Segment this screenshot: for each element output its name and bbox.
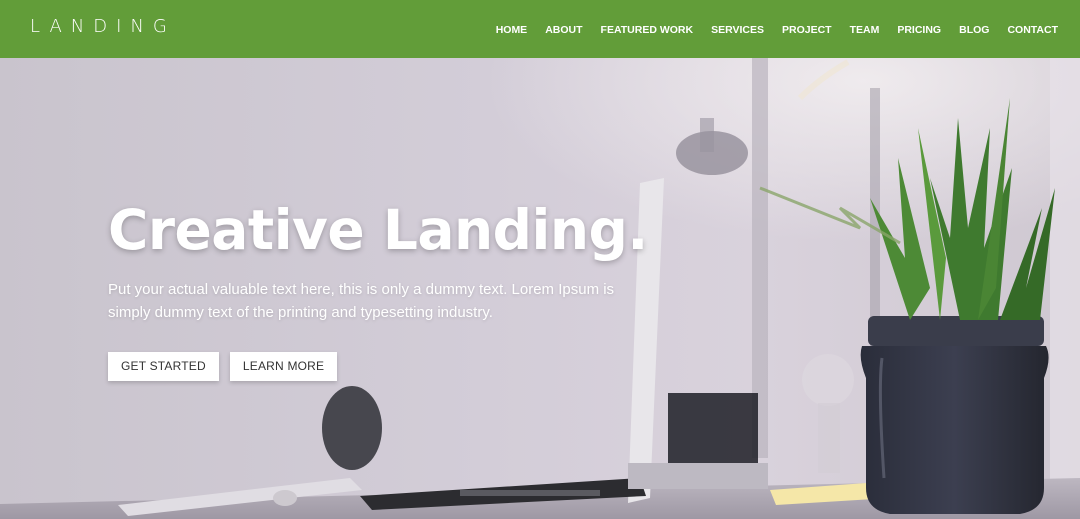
hero-title: Creative Landing. (108, 198, 648, 262)
learn-more-button[interactable]: LEARN MORE (229, 352, 338, 381)
nav-item-home[interactable]: HOME (496, 23, 528, 37)
nav-item-project[interactable]: PROJECT (782, 23, 832, 37)
hero-content: Creative Landing. Put your actual valuab… (108, 198, 648, 381)
nav-item-services[interactable]: SERVICES (711, 23, 764, 37)
nav-item-about[interactable]: ABOUT (545, 23, 582, 37)
brand-logo[interactable]: LANDING (30, 18, 176, 36)
nav-item-pricing[interactable]: PRICING (897, 23, 941, 37)
hero-section: Creative Landing. Put your actual valuab… (0, 58, 1080, 519)
nav-item-featured-work[interactable]: FEATURED WORK (601, 23, 694, 37)
hero-buttons: GET STARTED LEARN MORE (108, 352, 648, 381)
nav-item-blog[interactable]: BLOG (959, 23, 989, 37)
nav-item-contact[interactable]: CONTACT (1007, 23, 1058, 37)
nav-item-team[interactable]: TEAM (850, 23, 880, 37)
hero-subtitle: Put your actual valuable text here, this… (108, 281, 615, 321)
main-nav: HOME ABOUT FEATURED WORK SERVICES PROJEC… (478, 23, 1058, 37)
top-navbar: LANDING HOME ABOUT FEATURED WORK SERVICE… (0, 0, 1080, 58)
get-started-button[interactable]: GET STARTED (108, 352, 219, 381)
